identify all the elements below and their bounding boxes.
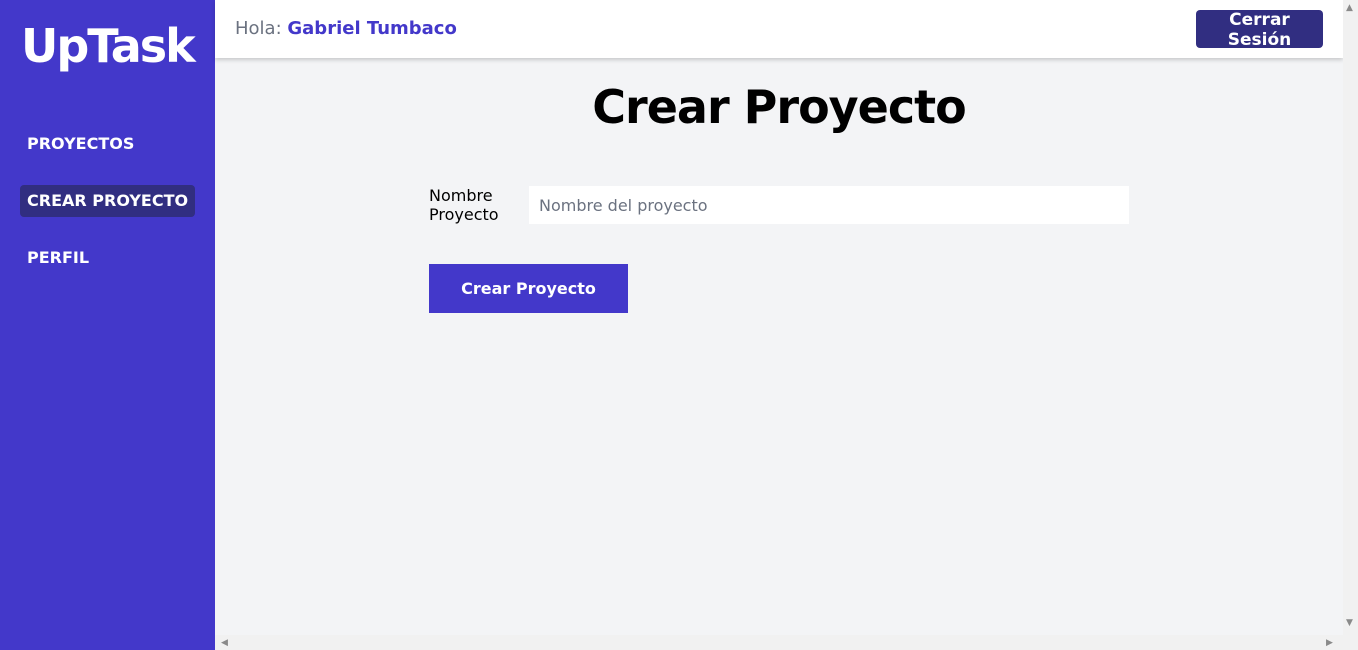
greeting-prefix: Hola:	[235, 18, 282, 39]
scroll-left-icon[interactable]: ◀	[221, 638, 228, 648]
horizontal-scrollbar[interactable]: ◀ ▶	[215, 635, 1358, 650]
project-name-label: Nombre Proyecto	[429, 186, 499, 224]
project-name-input[interactable]	[529, 186, 1129, 224]
main-content: Crear Proyecto Nombre Proyecto Crear Pro…	[215, 58, 1343, 635]
sidebar-item-proyectos[interactable]: PROYECTOS	[20, 128, 195, 160]
create-project-button[interactable]: Crear Proyecto	[429, 264, 628, 313]
logout-button[interactable]: Cerrar Sesión	[1196, 10, 1323, 50]
sidebar: UpTask PROYECTOS CREAR PROYECTO PERFIL	[0, 0, 215, 650]
user-name: Gabriel Tumbaco	[287, 18, 457, 39]
sidebar-item-perfil[interactable]: PERFIL	[20, 242, 195, 274]
scroll-right-icon[interactable]: ▶	[1326, 638, 1333, 648]
vertical-scrollbar[interactable]: ▲ ▼	[1343, 0, 1358, 635]
sidebar-item-crear-proyecto[interactable]: CREAR PROYECTO	[20, 185, 195, 217]
scroll-down-icon[interactable]: ▼	[1346, 618, 1353, 628]
scroll-up-icon[interactable]: ▲	[1346, 3, 1353, 13]
app-logo[interactable]: UpTask	[21, 18, 196, 74]
topbar: Hola: Gabriel Tumbaco Cerrar Sesión	[215, 0, 1343, 58]
page-title: Crear Proyecto	[592, 80, 966, 134]
greeting: Hola: Gabriel Tumbaco	[235, 18, 457, 40]
